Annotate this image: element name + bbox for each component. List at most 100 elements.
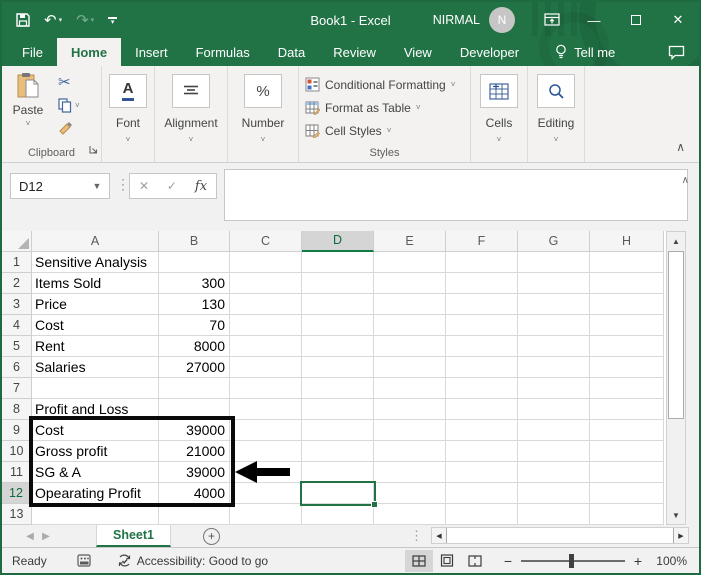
cell-E10[interactable]: [374, 441, 446, 462]
cell-C5[interactable]: [230, 336, 302, 357]
cell-A12[interactable]: Opearating Profit: [32, 483, 159, 504]
cell-H6[interactable]: [590, 357, 664, 378]
cell-B2[interactable]: 300: [159, 273, 230, 294]
cell-B4[interactable]: 70: [159, 315, 230, 336]
row-header-10[interactable]: 10: [2, 441, 32, 462]
cell-H2[interactable]: [590, 273, 664, 294]
cell-D9[interactable]: [302, 420, 374, 441]
sheet-tab-sheet1[interactable]: Sheet1: [96, 525, 171, 547]
cut-button[interactable]: ✂: [58, 73, 80, 91]
column-header-E[interactable]: E: [374, 231, 446, 252]
vertical-scrollbar[interactable]: ▲ ▼: [666, 231, 686, 525]
cell-F9[interactable]: [446, 420, 518, 441]
cell-G13[interactable]: [518, 504, 590, 525]
cell-A7[interactable]: [32, 378, 159, 399]
cell-A13[interactable]: [32, 504, 159, 525]
cell-D3[interactable]: [302, 294, 374, 315]
cell-E12[interactable]: [374, 483, 446, 504]
column-header-F[interactable]: F: [446, 231, 518, 252]
cell-D8[interactable]: [302, 399, 374, 420]
name-box[interactable]: D12 ▼: [10, 173, 110, 199]
enter-button[interactable]: ✓: [167, 179, 177, 193]
row-header-3[interactable]: 3: [2, 294, 32, 315]
cell-A3[interactable]: Price: [32, 294, 159, 315]
cell-E5[interactable]: [374, 336, 446, 357]
cell-E7[interactable]: [374, 378, 446, 399]
cell-B5[interactable]: 8000: [159, 336, 230, 357]
cell-D13[interactable]: [302, 504, 374, 525]
comment-button[interactable]: [668, 38, 685, 66]
cell-E11[interactable]: [374, 462, 446, 483]
cell-B10[interactable]: 21000: [159, 441, 230, 462]
cell-C4[interactable]: [230, 315, 302, 336]
cell-G8[interactable]: [518, 399, 590, 420]
cell-styles-button[interactable]: Cell Styles ˅: [305, 120, 470, 141]
cell-C3[interactable]: [230, 294, 302, 315]
cell-A5[interactable]: Rent: [32, 336, 159, 357]
cell-G7[interactable]: [518, 378, 590, 399]
avatar[interactable]: N: [489, 7, 515, 33]
cell-D2[interactable]: [302, 273, 374, 294]
column-header-H[interactable]: H: [590, 231, 664, 252]
accessibility-status[interactable]: Accessibility: Good to go: [117, 554, 268, 568]
cell-H7[interactable]: [590, 378, 664, 399]
cell-D1[interactable]: [302, 252, 374, 273]
zoom-in-button[interactable]: +: [633, 553, 643, 569]
cell-E4[interactable]: [374, 315, 446, 336]
cell-H3[interactable]: [590, 294, 664, 315]
cell-A8[interactable]: Profit and Loss: [32, 399, 159, 420]
cell-H1[interactable]: [590, 252, 664, 273]
cell-C9[interactable]: [230, 420, 302, 441]
tab-data[interactable]: Data: [264, 38, 319, 66]
cell-F6[interactable]: [446, 357, 518, 378]
cell-E2[interactable]: [374, 273, 446, 294]
scroll-down-icon[interactable]: ▼: [667, 506, 685, 524]
cell-A4[interactable]: Cost: [32, 315, 159, 336]
cell-F11[interactable]: [446, 462, 518, 483]
cell-G11[interactable]: [518, 462, 590, 483]
row-header-6[interactable]: 6: [2, 357, 32, 378]
cell-E1[interactable]: [374, 252, 446, 273]
scroll-left-icon[interactable]: ◀: [432, 528, 446, 543]
cell-D10[interactable]: [302, 441, 374, 462]
cell-C10[interactable]: [230, 441, 302, 462]
cell-C8[interactable]: [230, 399, 302, 420]
row-header-4[interactable]: 4: [2, 315, 32, 336]
zoom-slider[interactable]: [521, 553, 625, 568]
cell-C13[interactable]: [230, 504, 302, 525]
column-header-A[interactable]: A: [32, 231, 159, 252]
copy-button[interactable]: ˅: [58, 96, 80, 114]
cell-B8[interactable]: [159, 399, 230, 420]
cell-C12[interactable]: [230, 483, 302, 504]
cell-A9[interactable]: Cost: [32, 420, 159, 441]
row-header-2[interactable]: 2: [2, 273, 32, 294]
cell-B6[interactable]: 27000: [159, 357, 230, 378]
cell-D7[interactable]: [302, 378, 374, 399]
cell-H8[interactable]: [590, 399, 664, 420]
cancel-button[interactable]: ✕: [139, 179, 149, 193]
cell-H13[interactable]: [590, 504, 664, 525]
cell-B7[interactable]: [159, 378, 230, 399]
cell-H10[interactable]: [590, 441, 664, 462]
tab-developer[interactable]: Developer: [446, 38, 533, 66]
minimize-button[interactable]: —: [573, 2, 615, 38]
cell-F2[interactable]: [446, 273, 518, 294]
row-header-1[interactable]: 1: [2, 252, 32, 273]
cell-G5[interactable]: [518, 336, 590, 357]
horizontal-scrollbar-thumb[interactable]: [446, 528, 674, 543]
sheet-nav-prev-icon[interactable]: ◀: [22, 525, 38, 547]
formula-bar-expand-icon[interactable]: ∧: [682, 175, 689, 186]
row-header-7[interactable]: 7: [2, 378, 32, 399]
tab-view[interactable]: View: [390, 38, 446, 66]
cell-C6[interactable]: [230, 357, 302, 378]
ribbon-display-options-button[interactable]: [531, 2, 573, 38]
cell-G6[interactable]: [518, 357, 590, 378]
cells-button[interactable]: Cells ˅: [471, 66, 527, 162]
cell-D6[interactable]: [302, 357, 374, 378]
active-cell-D12[interactable]: [300, 481, 378, 508]
cell-E3[interactable]: [374, 294, 446, 315]
scroll-up-icon[interactable]: ▲: [667, 232, 685, 250]
tab-home[interactable]: Home: [56, 38, 122, 66]
conditional-formatting-button[interactable]: Conditional Formatting ˅: [305, 74, 470, 95]
formula-input[interactable]: [224, 169, 688, 221]
